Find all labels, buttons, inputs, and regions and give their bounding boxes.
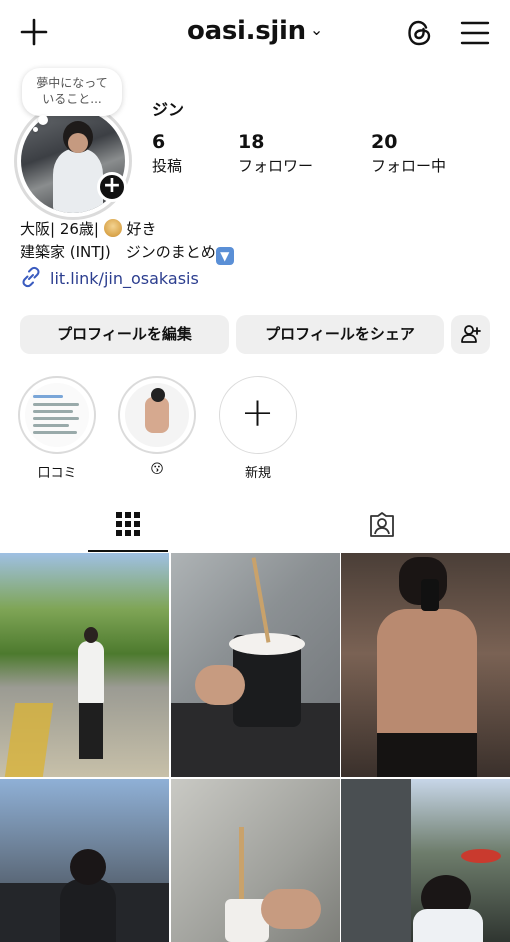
highlight-ring: +	[219, 376, 297, 454]
chevron-down-icon: ⌄	[309, 20, 323, 39]
tab-posts-grid[interactable]	[88, 496, 168, 552]
highlight-caption: 口コミ	[37, 466, 77, 481]
note-bubble-dot	[33, 127, 38, 132]
stat-label: 投稿	[152, 157, 183, 175]
highlight-caption: 新規	[244, 466, 271, 481]
grid-icon	[116, 512, 140, 536]
post-thumbnail[interactable]	[0, 553, 169, 777]
plus-icon: +	[240, 390, 275, 436]
link-text: lit.link/jin_osakasis	[50, 269, 199, 288]
post-thumbnail[interactable]	[171, 553, 340, 777]
highlight-cover	[125, 383, 189, 447]
username: oasi.sjin	[187, 16, 306, 46]
profile-link[interactable]: lit.link/jin_osakasis	[20, 266, 199, 288]
post-thumbnail[interactable]	[171, 779, 340, 942]
posts-grid	[0, 553, 510, 942]
highlight-reviews[interactable]: 口コミ	[17, 376, 97, 481]
top-bar: oasi.sjin ⌄	[0, 0, 510, 66]
pancake-emoji-icon	[103, 219, 122, 237]
stat-label: フォロワー	[238, 157, 314, 175]
discover-people-button[interactable]	[451, 315, 490, 354]
bio-line-1: 大阪| 26歳| 好き	[20, 219, 157, 238]
link-icon	[22, 266, 40, 288]
stat-value: 6	[152, 131, 166, 153]
edit-profile-button[interactable]: プロフィールを編集	[20, 315, 229, 354]
tab-tagged[interactable]	[342, 496, 422, 552]
down-arrow-emoji-icon: ▼	[215, 247, 234, 265]
highlight-ring	[118, 376, 196, 454]
stat-followers[interactable]: 18 フォロワー	[238, 131, 313, 176]
highlight-emoji[interactable]: 😗	[117, 376, 197, 477]
bio: 大阪| 26歳| 好き 建築家 (INTJ) ジンのまとめ ▼	[20, 218, 234, 265]
highlight-new[interactable]: + 新規	[218, 376, 298, 481]
threads-icon[interactable]	[404, 17, 436, 49]
display-name: ジン	[152, 100, 185, 119]
profile-tabs	[0, 496, 510, 552]
bio-line-2: 建築家 (INTJ) ジンのまとめ ▼	[20, 241, 234, 265]
note-line-1: 夢中になって	[36, 76, 108, 90]
stat-following[interactable]: 20 フォロー中	[371, 131, 446, 176]
highlight-ring	[18, 376, 96, 454]
add-story-button[interactable]: +	[97, 172, 127, 202]
stat-value: 18	[238, 131, 265, 153]
post-thumbnail[interactable]	[341, 779, 510, 942]
note-bubble[interactable]: 夢中になって いること...	[22, 68, 122, 116]
highlight-caption: 😗	[150, 462, 164, 477]
stat-label: フォロー中	[371, 157, 447, 175]
note-bubble-dot	[38, 115, 48, 125]
stat-value: 20	[371, 131, 398, 153]
menu-icon[interactable]	[460, 20, 490, 46]
note-line-2: いること...	[42, 92, 102, 106]
tagged-icon	[370, 512, 394, 537]
share-profile-button[interactable]: プロフィールをシェア	[236, 315, 444, 354]
stat-posts[interactable]: 6 投稿	[152, 131, 182, 176]
add-person-icon	[460, 325, 481, 343]
post-thumbnail[interactable]	[341, 553, 510, 777]
highlight-cover	[25, 383, 89, 447]
post-thumbnail[interactable]	[0, 779, 169, 942]
